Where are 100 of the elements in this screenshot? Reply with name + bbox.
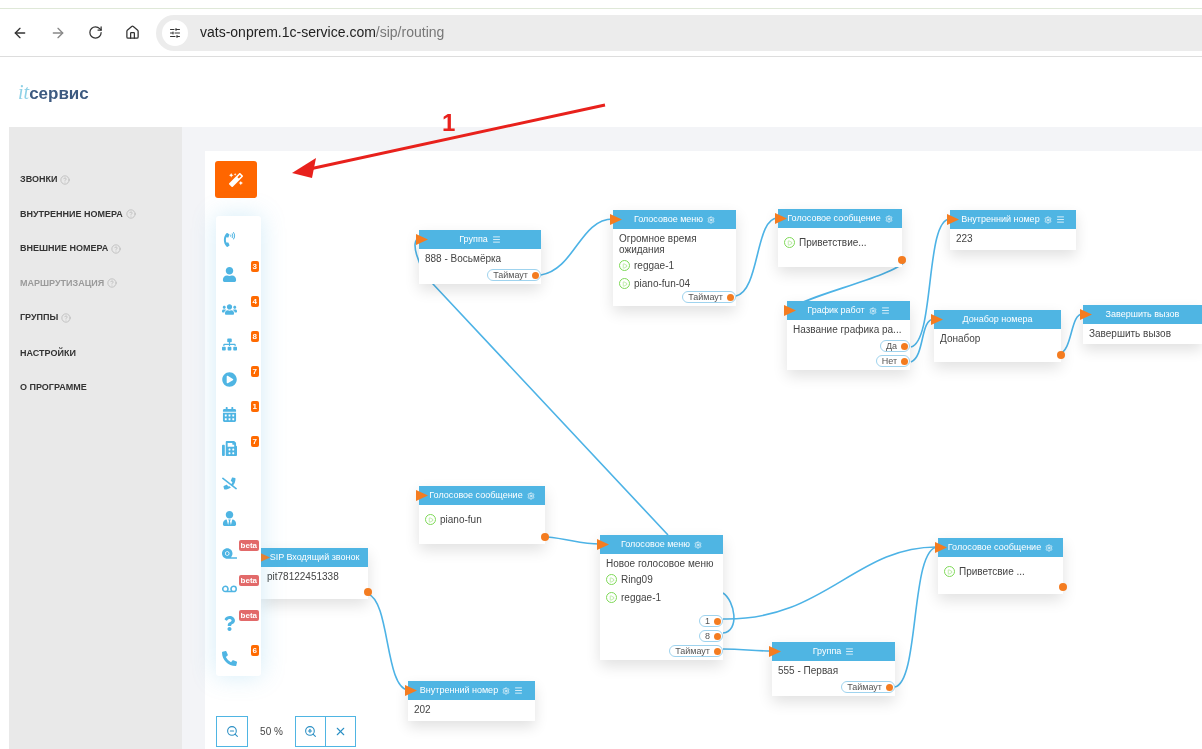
help-icon[interactable]	[111, 243, 122, 254]
zoom-in-icon	[304, 725, 317, 738]
site-settings-icon[interactable]	[162, 19, 188, 46]
node-card[interactable]: Группа 555 - Первая Таймаут	[772, 642, 895, 696]
logo[interactable]: itсервис	[18, 77, 89, 107]
output-port[interactable]: Да	[879, 340, 910, 352]
question-icon[interactable]	[222, 616, 237, 632]
settings-icon[interactable]	[1043, 215, 1052, 224]
menu-icon[interactable]	[880, 306, 890, 315]
node-text: Название графика ра...	[793, 324, 903, 335]
input-arrow-icon	[416, 490, 428, 501]
node-text: 202	[414, 704, 432, 715]
phone-off-icon[interactable]	[222, 476, 237, 492]
count-badge: 3	[250, 260, 259, 272]
count-badge: 1	[250, 400, 259, 412]
help-icon[interactable]	[61, 312, 72, 323]
help-icon[interactable]	[60, 174, 71, 185]
nav-item[interactable]: НАСТРОЙКИ	[20, 346, 182, 360]
output-port[interactable]: Таймаут	[669, 645, 723, 657]
node-text: Завершить вызов	[1089, 328, 1172, 339]
node-title: Группа	[459, 232, 488, 246]
node-title: Голосовое меню	[620, 537, 691, 551]
settings-icon[interactable]	[694, 540, 703, 549]
node-card[interactable]: Группа 888 - Восьмёрка Таймаут	[419, 230, 541, 284]
nav-item[interactable]: ЗВОНКИ	[20, 173, 182, 187]
fax-icon[interactable]	[222, 441, 237, 457]
menu-icon[interactable]	[845, 647, 855, 656]
count-badge: 7	[250, 435, 259, 447]
settings-icon[interactable]	[1045, 543, 1054, 552]
count-badge: 8	[250, 330, 259, 342]
node-card[interactable]: Внутренний номер 202	[408, 681, 535, 721]
input-arrow-icon	[416, 234, 428, 245]
input-arrow-icon	[784, 305, 796, 316]
nav-item[interactable]: ВНЕШНИЕ НОМЕРА	[20, 242, 182, 256]
node-text: Огромное время ожидания	[619, 233, 698, 255]
nav-item[interactable]: ВНУТРЕННИЕ НОМЕРА	[20, 207, 182, 221]
input-arrow-icon	[931, 314, 943, 325]
node-title: Группа	[812, 644, 842, 658]
play-icon[interactable]	[222, 371, 237, 387]
reload-icon[interactable]	[88, 25, 103, 40]
tape-icon[interactable]	[222, 546, 237, 562]
phone-waves-icon[interactable]	[222, 231, 237, 247]
output-port[interactable]: 8	[699, 630, 723, 642]
node-text: pit78122451338	[267, 571, 340, 582]
node-card[interactable]: Голосовое меню Новое голосовое меню Ring09 reggae-1 1 8 Таймаут	[600, 535, 723, 660]
zoom-in-button[interactable]	[295, 716, 326, 747]
home-icon[interactable]	[125, 25, 140, 40]
settings-icon[interactable]	[884, 214, 893, 223]
settings-icon[interactable]	[526, 491, 535, 500]
branch-icon[interactable]	[222, 336, 237, 352]
settings-icon[interactable]	[502, 686, 511, 695]
users-icon[interactable]	[222, 301, 237, 317]
node-card[interactable]: Голосовое меню Огромное время ожидания reggae-1 piano-fun-04 Таймаут	[613, 210, 736, 306]
node-card[interactable]: График работ Название графика ра... Да Нет	[787, 301, 910, 370]
count-badge: beta	[238, 575, 259, 587]
menu-icon[interactable]	[514, 686, 524, 695]
menu-icon[interactable]	[491, 235, 501, 244]
wand-button[interactable]	[215, 161, 257, 198]
output-port[interactable]: Таймаут	[487, 269, 541, 281]
menu-icon[interactable]	[1055, 215, 1065, 224]
settings-icon[interactable]	[868, 306, 877, 315]
calendar-icon[interactable]	[222, 406, 237, 422]
node-text: Донабор	[940, 333, 982, 344]
close-button[interactable]	[326, 716, 356, 747]
phone-icon[interactable]	[222, 651, 237, 666]
track-name: Приветсвие ...	[959, 565, 1025, 579]
track-name: Ring09	[621, 573, 653, 587]
address-bar[interactable]: vats-onprem.1c-service.com/sip/routing	[156, 14, 1202, 51]
node-title: SIP Входящий звонок	[269, 550, 360, 564]
person-icon[interactable]	[222, 511, 237, 527]
node-text: 888 - Восьмёрка	[425, 253, 503, 264]
node-title: Внутренний номер	[419, 683, 499, 697]
output-port[interactable]: Таймаут	[682, 291, 736, 303]
zoom-out-button[interactable]	[216, 716, 248, 747]
node-title: Голосовое сообщение	[787, 211, 881, 225]
count-badge: 7	[250, 365, 259, 377]
nav-item[interactable]: О ПРОГРАММЕ	[20, 381, 182, 395]
node-title: Завершить вызов	[1105, 307, 1180, 321]
input-arrow-icon	[775, 213, 787, 224]
user-icon[interactable]	[222, 266, 237, 282]
zoom-level: 50 %	[259, 725, 284, 739]
annotation-number: 1	[442, 111, 456, 135]
help-icon[interactable]	[125, 209, 136, 220]
node-text: Новое голосовое меню	[606, 558, 715, 569]
settings-icon[interactable]	[707, 215, 716, 224]
node-text: 555 - Первая	[778, 665, 840, 676]
output-port[interactable]: Нет	[875, 355, 910, 367]
help-icon[interactable]	[107, 278, 118, 289]
input-arrow-icon	[935, 542, 947, 553]
node-card[interactable]: Внутренний номер 223	[950, 210, 1076, 250]
nav-item[interactable]: ГРУППЫ	[20, 311, 182, 325]
output-port[interactable]: 1	[699, 615, 723, 627]
input-arrow-icon	[1080, 309, 1092, 320]
input-arrow-icon	[405, 685, 417, 696]
wand-icon	[229, 172, 243, 187]
node-card[interactable]: Завершить вызов Завершить вызов	[1083, 305, 1202, 344]
output-port[interactable]: Таймаут	[841, 681, 895, 693]
track-name: reggae-1	[634, 259, 675, 273]
url-text: vats-onprem.1c-service.com/sip/routing	[200, 23, 445, 42]
count-badge: 4	[250, 295, 259, 307]
